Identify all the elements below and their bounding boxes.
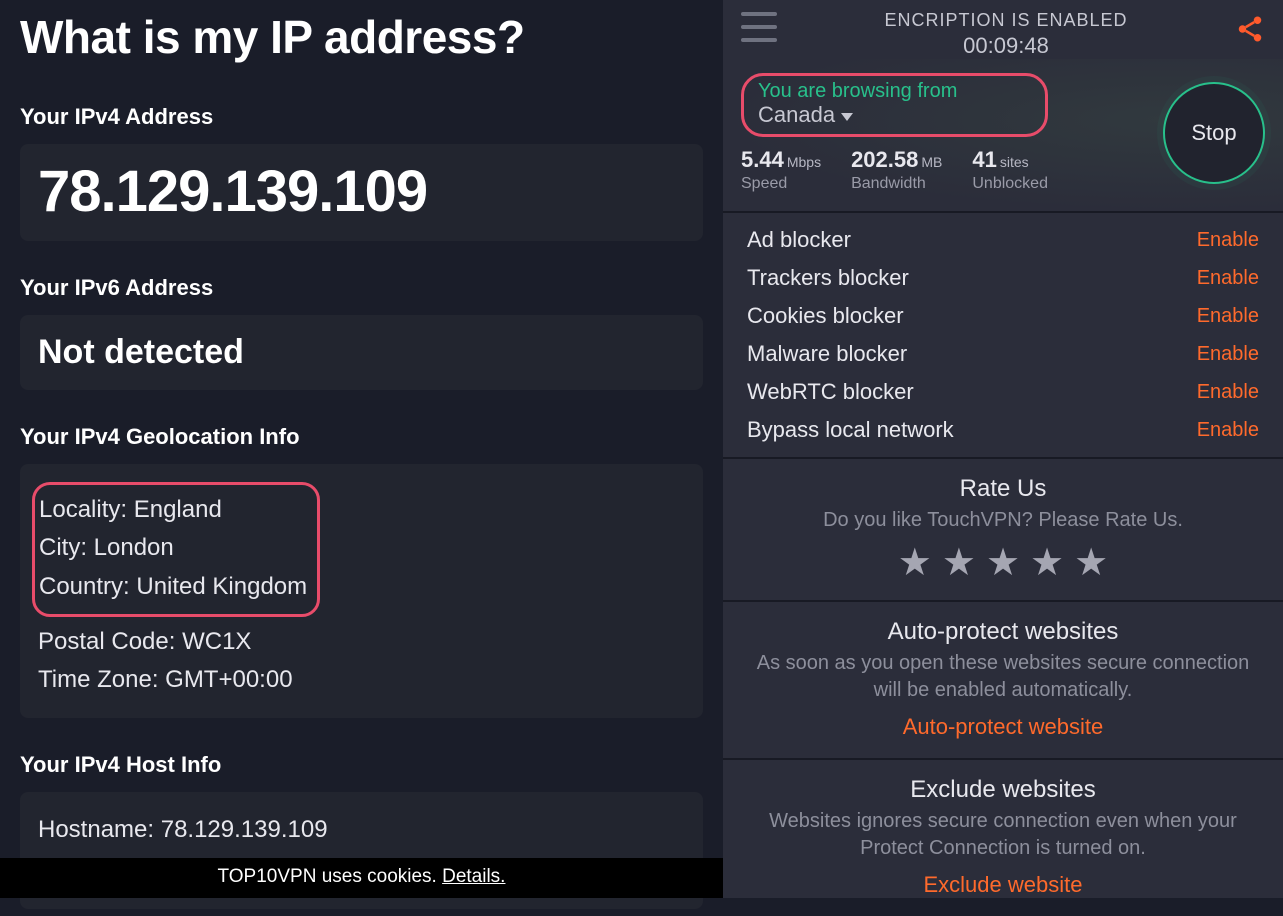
- ipv4-value: 78.129.139.109: [38, 162, 685, 223]
- toggle-row: Cookies blocker Enable: [747, 297, 1259, 335]
- toggle-name: WebRTC blocker: [747, 379, 914, 405]
- header-center: ENCRIPTION IS ENABLED 00:09:48: [777, 10, 1235, 59]
- speed-value: 5.44: [741, 147, 784, 172]
- enable-link[interactable]: Enable: [1197, 343, 1259, 366]
- enable-link[interactable]: Enable: [1197, 381, 1259, 404]
- cookie-text: TOP10VPN uses cookies.: [218, 866, 443, 887]
- toggle-name: Ad blocker: [747, 227, 851, 253]
- browsing-from-label: You are browsing from: [758, 80, 1029, 102]
- bandwidth-value: 202.58: [851, 147, 918, 172]
- geo-box: Locality: England City: London Country: …: [20, 464, 703, 718]
- sites-unit: sites: [1000, 154, 1029, 170]
- toggle-row: Trackers blocker Enable: [747, 259, 1259, 297]
- cookie-bar: TOP10VPN uses cookies. Details.: [0, 858, 723, 898]
- toggle-name: Trackers blocker: [747, 265, 909, 291]
- bandwidth-unit: MB: [921, 154, 942, 170]
- toggle-name: Cookies blocker: [747, 303, 904, 329]
- page-title: What is my IP address?: [20, 10, 703, 64]
- blocker-list: Ad blockerEnable Trackers blockerEnable …: [723, 213, 1283, 459]
- geo-country: Country: United Kingdom: [39, 568, 307, 606]
- enable-link[interactable]: Enable: [1197, 229, 1259, 252]
- ipv4-label: Your IPv4 Address: [20, 104, 703, 130]
- geo-postal: Postal Code: WC1X: [38, 623, 685, 661]
- bandwidth-label: Bandwidth: [851, 175, 942, 193]
- rating-stars: ★ ★ ★ ★ ★: [747, 544, 1259, 582]
- rate-title: Rate Us: [747, 475, 1259, 503]
- ipv6-label: Your IPv6 Address: [20, 275, 703, 301]
- ipv4-box: 78.129.139.109: [20, 144, 703, 241]
- star-icon[interactable]: ★: [986, 544, 1020, 582]
- star-icon[interactable]: ★: [1074, 544, 1108, 582]
- toggle-row: Ad blocker Enable: [747, 221, 1259, 259]
- host-label: Your IPv4 Host Info: [20, 752, 703, 778]
- exclude-title: Exclude websites: [747, 776, 1259, 804]
- ipv6-box: Not detected: [20, 315, 703, 390]
- toggle-row: Malware blocker Enable: [747, 335, 1259, 373]
- vpn-header: ENCRIPTION IS ENABLED 00:09:48: [723, 0, 1283, 59]
- geo-tz: Time Zone: GMT+00:00: [38, 661, 685, 699]
- auto-title: Auto-protect websites: [747, 618, 1259, 646]
- cookie-details-link[interactable]: Details.: [442, 866, 505, 887]
- speed-unit: Mbps: [787, 154, 821, 170]
- speed-stat: 5.44Mbps Speed: [741, 147, 821, 193]
- location-country: Canada: [758, 102, 1029, 128]
- sites-stat: 41sites Unblocked: [972, 147, 1048, 193]
- host-hostname: Hostname: 78.129.139.109: [38, 810, 685, 851]
- stop-button[interactable]: Stop: [1163, 82, 1265, 184]
- sites-value: 41: [972, 147, 996, 172]
- stop-label: Stop: [1191, 120, 1236, 146]
- toggle-row: WebRTC blocker Enable: [747, 373, 1259, 411]
- bandwidth-stat: 202.58MB Bandwidth: [851, 147, 942, 193]
- location-selector[interactable]: You are browsing from Canada: [741, 73, 1048, 137]
- auto-subtitle: As soon as you open these websites secur…: [747, 650, 1259, 704]
- toggle-name: Bypass local network: [747, 417, 954, 443]
- ipv6-value: Not detected: [38, 333, 685, 372]
- rate-card: Rate Us Do you like TouchVPN? Please Rat…: [723, 459, 1283, 602]
- encryption-label: ENCRIPTION IS ENABLED: [777, 10, 1235, 31]
- toggle-row: Bypass local network Enable: [747, 411, 1259, 449]
- enable-link[interactable]: Enable: [1197, 305, 1259, 328]
- star-icon[interactable]: ★: [1030, 544, 1064, 582]
- ip-info-panel: What is my IP address? Your IPv4 Address…: [0, 0, 723, 898]
- rate-subtitle: Do you like TouchVPN? Please Rate Us.: [747, 507, 1259, 534]
- enable-link[interactable]: Enable: [1197, 267, 1259, 290]
- chevron-down-icon: [841, 113, 853, 121]
- toggle-name: Malware blocker: [747, 341, 907, 367]
- star-icon[interactable]: ★: [942, 544, 976, 582]
- geo-label: Your IPv4 Geolocation Info: [20, 424, 703, 450]
- connection-timer: 00:09:48: [777, 33, 1235, 59]
- exclude-card: Exclude websites Websites ignores secure…: [723, 760, 1283, 916]
- share-icon[interactable]: [1235, 14, 1265, 44]
- exclude-subtitle: Websites ignores secure connection even …: [747, 808, 1259, 862]
- exclude-link[interactable]: Exclude website: [924, 872, 1083, 898]
- vpn-panel: ENCRIPTION IS ENABLED 00:09:48 You are b…: [723, 0, 1283, 898]
- enable-link[interactable]: Enable: [1197, 419, 1259, 442]
- geo-city: City: London: [39, 529, 307, 567]
- geo-locality: Locality: England: [39, 491, 307, 529]
- star-icon[interactable]: ★: [898, 544, 932, 582]
- country-value: Canada: [758, 102, 835, 128]
- speed-label: Speed: [741, 175, 821, 193]
- auto-protect-card: Auto-protect websites As soon as you ope…: [723, 602, 1283, 760]
- sites-label: Unblocked: [972, 175, 1048, 193]
- menu-icon[interactable]: [741, 12, 777, 42]
- auto-protect-link[interactable]: Auto-protect website: [903, 714, 1104, 740]
- stats-row: You are browsing from Canada 5.44Mbps Sp…: [723, 59, 1283, 213]
- geo-highlight: Locality: England City: London Country: …: [32, 482, 320, 617]
